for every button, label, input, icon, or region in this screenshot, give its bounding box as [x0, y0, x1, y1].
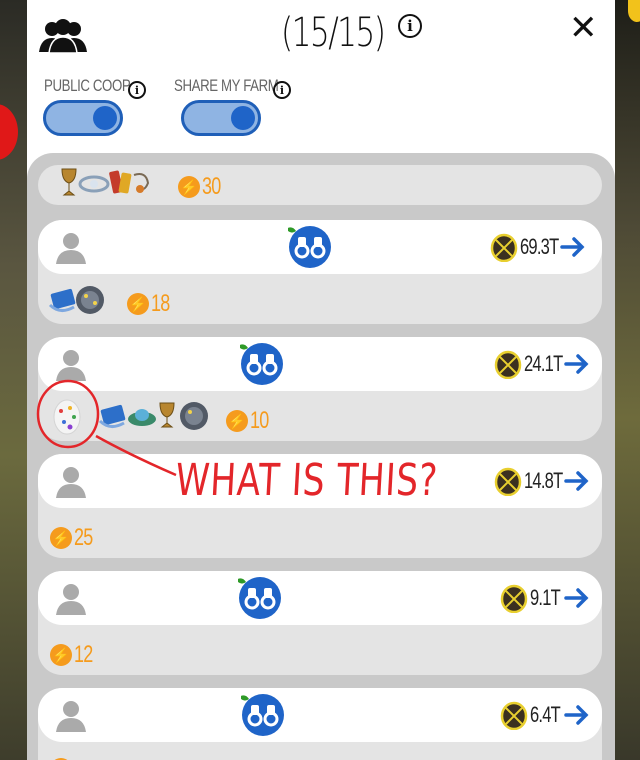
avatar-icon: [56, 467, 86, 498]
token-display: ⚡ 25: [50, 524, 99, 552]
binoculars-badge-icon: [240, 343, 283, 385]
egg-amount[interactable]: 14.8T: [494, 466, 590, 496]
member-card-header: 9.1T: [38, 571, 602, 625]
annotation-text: WHAT IS THIS?: [174, 455, 440, 506]
member-card-header: 69.3T: [38, 220, 602, 274]
member-card-header: 6.4T: [38, 688, 602, 742]
info-icon[interactable]: i: [398, 14, 422, 38]
toggle-knob: [231, 106, 255, 130]
avatar-icon: [56, 233, 86, 264]
member-card[interactable]: 69.3T ⚡ 18: [38, 220, 602, 324]
easter-egg-icon: [53, 399, 81, 435]
arrow-right-icon[interactable]: [560, 235, 586, 259]
avatar-icon: [56, 350, 86, 381]
egg-amount-value: 14.8T: [524, 468, 563, 493]
token-display: ⚡ 30: [178, 173, 227, 201]
egg-amount-value: 69.3T: [520, 234, 559, 259]
artifacts-icon: [98, 402, 208, 430]
dark-matter-egg-icon: [500, 584, 528, 613]
egg-amount-value: 6.4T: [530, 702, 561, 727]
egg-amount[interactable]: 6.4T: [500, 700, 590, 730]
lightning-icon: ⚡: [50, 644, 72, 666]
member-card-header: 24.1T: [38, 337, 602, 391]
member-count: (15/15): [281, 10, 386, 56]
egg-amount-value: 24.1T: [524, 351, 563, 376]
close-icon[interactable]: ✕: [569, 8, 598, 48]
egg-amount[interactable]: 24.1T: [494, 349, 590, 379]
binoculars-badge-icon: [238, 577, 281, 619]
background-shape: [628, 0, 640, 22]
dark-matter-egg-icon: [490, 233, 518, 262]
arrow-right-icon[interactable]: [564, 352, 590, 376]
background-right: [612, 0, 640, 760]
member-card[interactable]: 6.4T ⚡: [38, 688, 602, 760]
member-card[interactable]: 24.1T ⚡ 10: [38, 337, 602, 441]
dark-matter-egg-icon: [500, 701, 528, 730]
member-card[interactable]: ⚡ 30: [38, 165, 602, 205]
arrow-right-icon[interactable]: [564, 469, 590, 493]
token-count: 10: [250, 407, 269, 434]
public-coop-info-icon[interactable]: i: [128, 81, 146, 99]
coop-panel: (15/15) i ✕ PUBLIC COOP i SHARE MY FARM …: [27, 0, 615, 760]
member-card[interactable]: 9.1T ⚡ 12: [38, 571, 602, 675]
artifacts-icon: [48, 286, 104, 314]
artifacts-icon: [61, 168, 150, 196]
coop-header: (15/15) i ✕ PUBLIC COOP i SHARE MY FARM …: [27, 0, 615, 150]
dark-matter-egg-icon: [494, 467, 522, 496]
binoculars-badge-icon: [288, 226, 331, 268]
token-count: 12: [74, 641, 93, 668]
lightning-icon: ⚡: [127, 293, 149, 315]
arrow-right-icon[interactable]: [564, 586, 590, 610]
people-icon: [39, 19, 87, 54]
egg-amount-value: 9.1T: [530, 585, 561, 610]
share-farm-label: SHARE MY FARM: [174, 76, 279, 95]
avatar-icon: [56, 584, 86, 615]
token-count: 25: [74, 524, 93, 551]
toggle-knob: [93, 106, 117, 130]
public-coop-label: PUBLIC COOP: [44, 76, 131, 95]
public-coop-toggle[interactable]: [43, 100, 123, 136]
dark-matter-egg-icon: [494, 350, 522, 379]
lightning-icon: ⚡: [226, 410, 248, 432]
token-count: 30: [202, 173, 221, 200]
binoculars-badge-icon: [241, 694, 284, 736]
token-display: ⚡ 10: [226, 407, 275, 435]
share-farm-info-icon[interactable]: i: [273, 81, 291, 99]
lightning-icon: ⚡: [50, 527, 72, 549]
token-display: ⚡ 12: [50, 641, 99, 669]
token-count: 18: [151, 290, 170, 317]
egg-amount[interactable]: 69.3T: [490, 232, 586, 262]
token-display: ⚡ 18: [127, 290, 176, 318]
arrow-right-icon[interactable]: [564, 703, 590, 727]
avatar-icon: [56, 701, 86, 732]
lightning-icon: ⚡: [178, 176, 200, 198]
egg-amount[interactable]: 9.1T: [500, 583, 590, 613]
share-farm-toggle[interactable]: [181, 100, 261, 136]
